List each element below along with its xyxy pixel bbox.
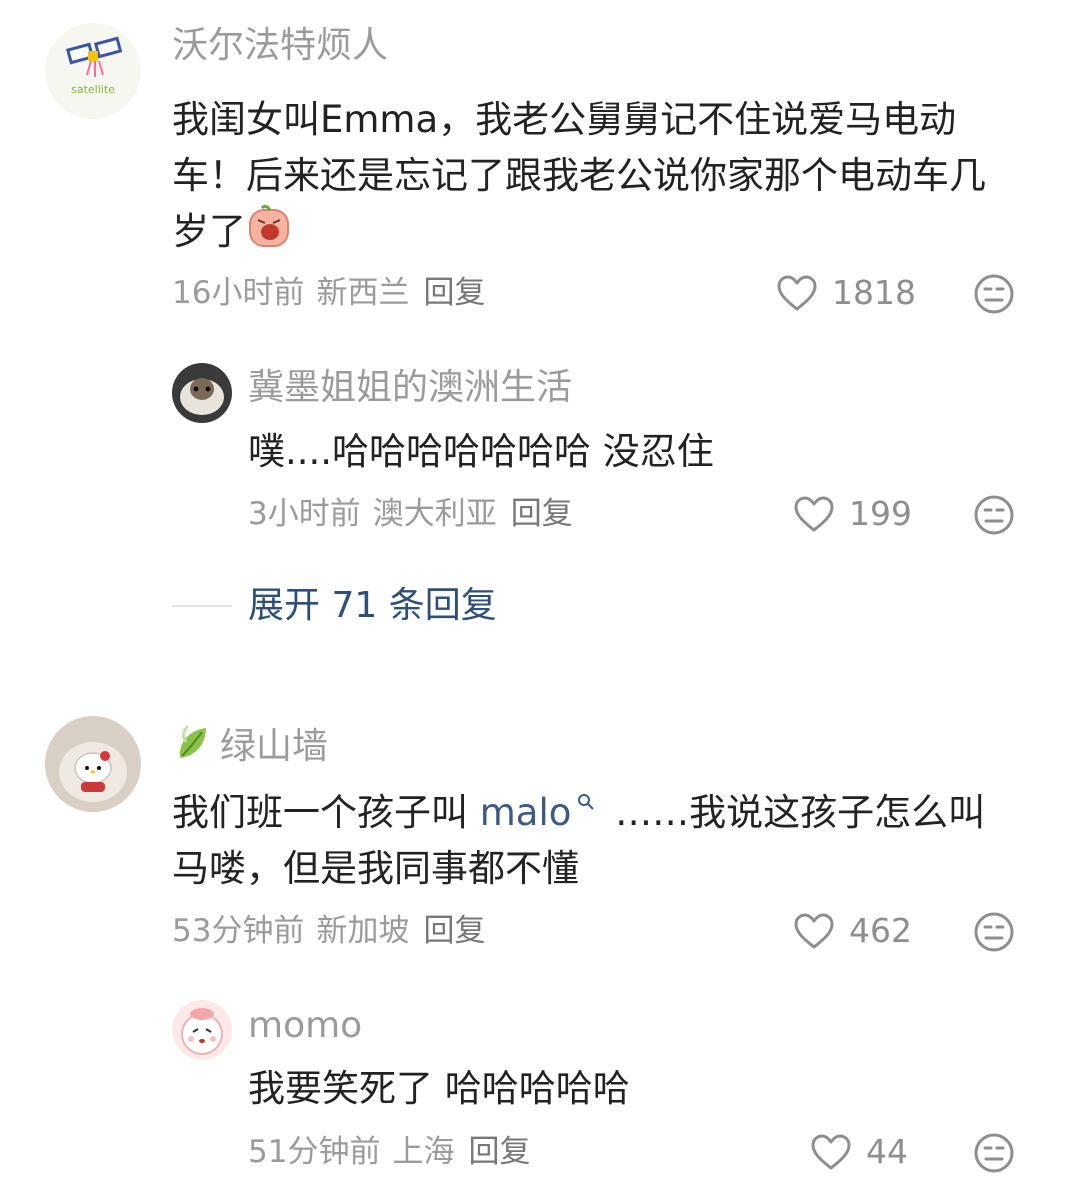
comment-text: 噗....哈哈哈哈哈哈哈 没忍住 [248,430,714,473]
cartoon-face-avatar-icon [181,1008,223,1055]
meh-face-icon[interactable] [973,273,1015,315]
comment-time: 16小时前 [172,275,305,311]
username[interactable]: 沃尔法特烦人 [172,24,388,68]
comment-meta: 51分钟前 上海 回复 [248,1132,530,1172]
comment-text-before: 我们班一个孩子叫 [172,791,480,834]
like-count: 44 [866,1132,908,1171]
avatar[interactable] [45,716,141,812]
reply-button[interactable]: 回复 [511,496,573,532]
like-count: 199 [849,494,912,533]
guinea-pig-avatar-icon [180,378,224,415]
comment-location: 新西兰 [316,275,410,311]
comment-time: 3小时前 [248,496,361,532]
comment-text: 我要笑死了 哈哈哈哈哈 [248,1067,630,1110]
like-button[interactable]: 462 [793,911,912,951]
avatar-logo-text: satellite [71,83,115,96]
satellite-logo-icon [65,36,123,77]
username[interactable]: 绿山墙 [172,720,328,769]
reply-button[interactable]: 回复 [468,1134,530,1170]
reply-button[interactable]: 回复 [423,275,485,311]
expand-replies-label: 展开 71 条回复 [248,585,497,626]
comment-location: 上海 [392,1134,455,1170]
comment-time: 51分钟前 [248,1134,381,1170]
comment-location: 新加坡 [316,913,410,949]
avatar[interactable] [172,363,232,423]
comment-meta: 53分钟前 新加坡 回复 [172,911,485,951]
username-label: 绿山墙 [220,726,329,767]
like-button[interactable]: 199 [793,494,912,534]
like-count: 1818 [832,273,916,312]
comment-location: 澳大利亚 [372,496,497,532]
comment-text: 我闺女叫Emma，我老公舅舅记不住说爱马电动车！后来还是忘记了跟我老公说你家那个… [172,92,1022,260]
comment-meta: 16小时前 新西兰 回复 [172,273,485,313]
reply-button[interactable]: 回复 [423,913,485,949]
leaf-icon [179,724,206,758]
username[interactable]: momo [248,1004,362,1048]
hello-kitty-avatar-icon [59,742,127,802]
comment-text-content: 我闺女叫Emma，我老公舅舅记不住说爱马电动车！后来还是忘记了跟我老公说你家那个… [172,98,986,253]
heart-outline-icon [811,1134,851,1170]
heart-outline-icon [777,275,817,311]
comment-time: 53分钟前 [172,913,305,949]
divider [172,605,232,607]
avatar[interactable] [172,1000,232,1060]
comment-meta: 3小时前 澳大利亚 回复 [248,494,573,534]
like-count: 462 [849,911,912,950]
meh-face-icon[interactable] [973,494,1015,536]
meh-face-icon[interactable] [973,1132,1015,1174]
avatar[interactable]: satellite [45,23,141,119]
like-button[interactable]: 44 [810,1132,908,1172]
mention-link[interactable]: malo [480,791,604,834]
heart-outline-icon [794,496,834,532]
crying-emoji-icon [249,204,289,247]
heart-outline-icon [794,913,834,949]
expand-replies-button[interactable]: 展开 71 条回复 [172,582,497,630]
comment-text: 我们班一个孩子叫 malo ……我说这孩子怎么叫马喽，但是我同事都不懂 [172,785,1022,897]
mention-label: malo [479,791,572,834]
meh-face-icon[interactable] [973,911,1015,953]
search-icon [578,794,595,810]
like-button[interactable]: 1818 [776,273,916,313]
username[interactable]: 冀墨姐姐的澳洲生活 [248,366,572,410]
